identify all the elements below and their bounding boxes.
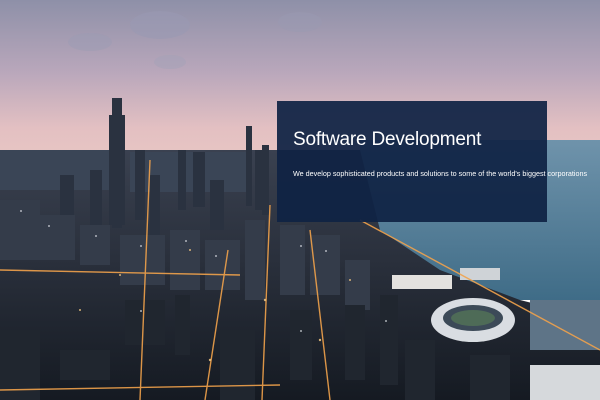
hero-description: We develop sophisticated products and so… [293,169,588,178]
hero-section: Software Development We develop sophisti… [0,0,600,400]
hero-title: Software Development [293,129,482,150]
hero-overlay-card: Software Development We develop sophisti… [277,101,588,222]
